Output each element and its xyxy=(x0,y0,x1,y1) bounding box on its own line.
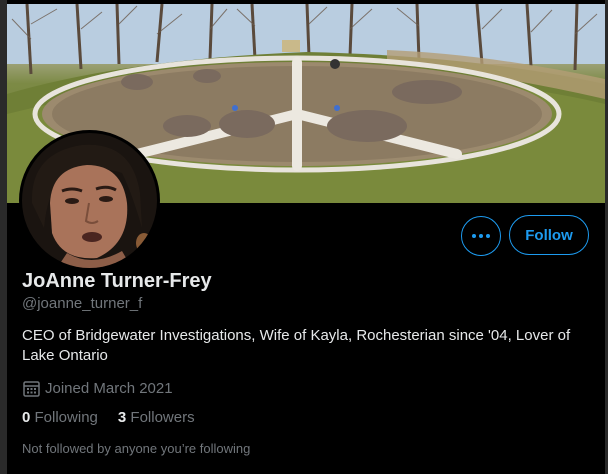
dot xyxy=(472,234,476,238)
following-link[interactable]: 0 Following xyxy=(22,409,98,426)
follow-button[interactable]: Follow xyxy=(509,215,589,255)
followers-label: Followers xyxy=(130,409,195,426)
dot xyxy=(479,234,483,238)
joined-date: Joined March 2021 xyxy=(22,379,173,398)
profile-name: JoAnne Turner-Frey xyxy=(22,270,212,292)
following-count: 0 xyxy=(22,409,31,426)
more-options-button[interactable] xyxy=(461,216,501,256)
calendar-icon xyxy=(22,379,41,398)
follow-stats: 0 Following 3 Followers xyxy=(22,409,195,426)
not-followed-note: Not followed by anyone you’re following xyxy=(22,441,251,456)
profile-avatar[interactable] xyxy=(19,130,160,271)
profile-bio: CEO of Bridgewater Investigations, Wife … xyxy=(22,327,571,364)
profile-handle: @joanne_turner_f xyxy=(22,295,143,312)
more-options-icon xyxy=(472,234,490,238)
followers-count: 3 xyxy=(117,409,127,426)
dot xyxy=(486,234,490,238)
followers-link[interactable]: 3 Followers xyxy=(118,409,195,426)
joined-date-text: Joined March 2021 xyxy=(45,380,173,397)
following-label: Following xyxy=(34,409,98,426)
